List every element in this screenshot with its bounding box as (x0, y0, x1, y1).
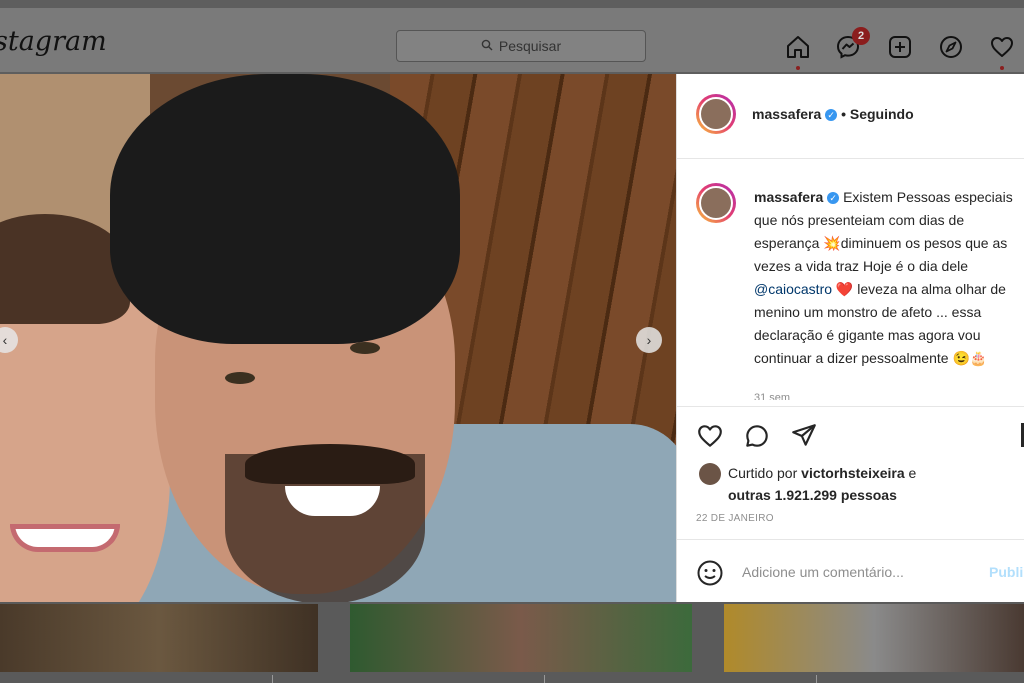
search-placeholder: Pesquisar (498, 38, 562, 54)
man-mustache (245, 444, 415, 484)
home-active-dot (796, 66, 800, 70)
comment-bubble-icon[interactable] (742, 421, 772, 451)
post-sidebar: massafera ✓ • Seguindo massafera ✓ Exist… (676, 74, 1024, 602)
black-beanie (110, 74, 460, 344)
liked-by-connector: e (904, 465, 917, 481)
author-line: massafera ✓ • Seguindo (752, 106, 914, 122)
search-icon (481, 38, 493, 54)
verified-badge-icon: ✓ (827, 192, 840, 204)
liker-avatar[interactable] (699, 463, 721, 485)
man-eye-left (225, 372, 255, 384)
new-post-icon[interactable] (885, 32, 915, 62)
activity-heart-icon[interactable] (987, 32, 1017, 62)
heart-emoji: ❤️ (835, 281, 854, 297)
caption-avatar[interactable] (696, 183, 736, 223)
comment-bar: Adicione um comentário... Publi (677, 539, 1024, 604)
share-paper-plane-icon[interactable] (789, 421, 819, 451)
verified-badge-icon: ✓ (825, 109, 838, 121)
follow-status[interactable]: • Seguindo (841, 106, 914, 122)
caption-mention-link[interactable]: @caiocastro (754, 281, 832, 297)
caption-end-emoji: 😉🎂 (952, 350, 988, 366)
caption-time-ago: 31 sem (754, 392, 791, 400)
author-username[interactable]: massafera (752, 106, 821, 122)
activity-dot (1000, 66, 1004, 70)
likes-summary: Curtido por victorhsteixeira e outras 1.… (728, 462, 916, 506)
related-posts-strip (0, 602, 1024, 683)
home-icon[interactable] (783, 32, 813, 62)
post-header: massafera ✓ • Seguindo (677, 74, 1024, 159)
man-eye-right (350, 342, 380, 354)
post-photo[interactable]: ‹ › (0, 74, 676, 602)
messages-badge: 2 (852, 27, 870, 45)
top-navigation-bar: stagram Pesquisar 2 (0, 8, 1024, 72)
woman-smile (10, 524, 120, 552)
related-post-thumbnail[interactable] (350, 604, 692, 672)
like-heart-icon[interactable] (695, 421, 725, 451)
carousel-next-button[interactable]: › (636, 327, 662, 353)
divider (544, 675, 545, 683)
caption-username[interactable]: massafera (754, 189, 823, 205)
post-date: 22 DE JANEIRO (696, 513, 774, 524)
instagram-logo[interactable]: stagram (0, 26, 107, 57)
search-box[interactable]: Pesquisar (396, 30, 646, 62)
related-post-thumbnail[interactable] (724, 604, 1024, 672)
publish-button[interactable]: Publi (989, 564, 1023, 580)
explore-compass-icon[interactable] (936, 32, 966, 62)
emoji-smiley-icon[interactable] (696, 559, 724, 587)
divider (816, 675, 817, 683)
divider (272, 675, 273, 683)
liked-by-user[interactable]: victorhsteixeira (801, 465, 905, 481)
man-smile (285, 486, 380, 516)
comment-input[interactable]: Adicione um comentário... (742, 564, 904, 580)
post-caption: massafera ✓ Existem Pessoas especiais qu… (754, 186, 1024, 370)
author-avatar[interactable] (696, 94, 736, 134)
liked-by-prefix: Curtido por (728, 465, 802, 481)
related-post-thumbnail[interactable] (0, 604, 318, 672)
sparkle-emoji: 💥 (823, 235, 841, 251)
post-actions: Curtido por victorhsteixeira e outras 1.… (677, 406, 1024, 603)
liked-by-others[interactable]: outras 1.921.299 pessoas (728, 487, 897, 503)
